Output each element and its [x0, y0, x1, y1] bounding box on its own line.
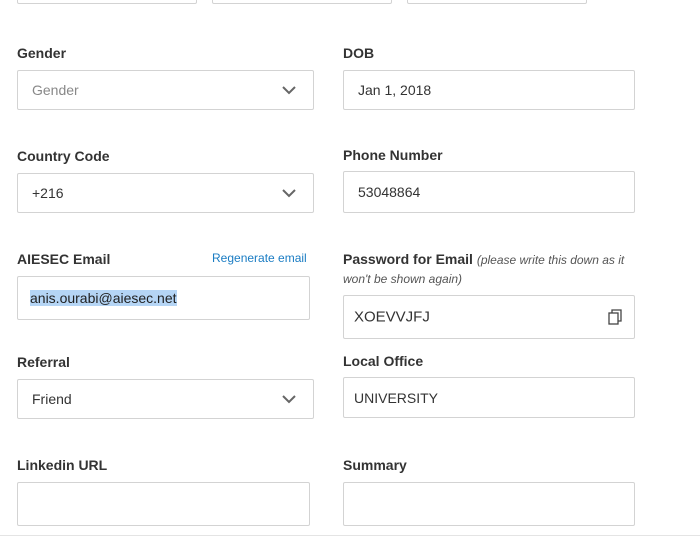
- summary-label: Summary: [343, 457, 407, 473]
- linkedin-url-input[interactable]: [17, 482, 310, 526]
- summary-textarea[interactable]: [343, 482, 635, 526]
- footer-divider: [0, 535, 700, 549]
- gender-select[interactable]: Gender: [17, 70, 314, 110]
- previous-row-field-2[interactable]: [212, 0, 392, 4]
- phone-number-label: Phone Number: [343, 147, 443, 163]
- chevron-down-icon: [282, 395, 296, 404]
- password-field[interactable]: XOEVVJFJ: [343, 295, 635, 339]
- password-label: Password for Email (please write this do…: [343, 251, 624, 267]
- gender-label: Gender: [17, 45, 67, 61]
- phone-number-input[interactable]: 53048864: [343, 171, 635, 213]
- password-hint-line1: (please write this down as it: [476, 253, 625, 267]
- country-code-select[interactable]: +216: [17, 173, 314, 213]
- country-code-label: Country Code: [17, 148, 110, 164]
- dob-value: Jan 1, 2018: [358, 82, 432, 98]
- local-office-input[interactable]: UNIVERSITY: [343, 377, 635, 418]
- dob-input[interactable]: Jan 1, 2018: [343, 70, 635, 110]
- aiesec-email-value: anis.ourabi@aiesec.net: [30, 290, 177, 306]
- previous-row-field-3[interactable]: [407, 0, 587, 4]
- referral-value: Friend: [32, 391, 72, 407]
- copy-icon[interactable]: [608, 309, 622, 325]
- referral-select[interactable]: Friend: [17, 379, 314, 419]
- local-office-value: UNIVERSITY: [354, 389, 439, 406]
- password-label-text: Password for Email: [343, 251, 473, 267]
- chevron-down-icon: [282, 189, 296, 198]
- aiesec-email-input[interactable]: anis.ourabi@aiesec.net: [17, 276, 310, 320]
- previous-row-field-1[interactable]: [17, 0, 197, 4]
- country-code-value: +216: [32, 185, 64, 201]
- dob-label: DOB: [343, 45, 375, 61]
- password-value: XOEVVJFJ: [354, 308, 430, 326]
- chevron-down-icon: [282, 86, 296, 95]
- regenerate-email-link[interactable]: Regenerate email: [212, 251, 307, 265]
- linkedin-url-label: Linkedin URL: [17, 457, 108, 473]
- aiesec-email-label: AIESEC Email: [17, 251, 111, 267]
- referral-label: Referral: [17, 354, 70, 370]
- password-hint-line2: won't be shown again): [343, 272, 463, 286]
- gender-value: Gender: [32, 82, 79, 98]
- phone-number-value: 53048864: [358, 184, 421, 200]
- local-office-label: Local Office: [343, 353, 424, 369]
